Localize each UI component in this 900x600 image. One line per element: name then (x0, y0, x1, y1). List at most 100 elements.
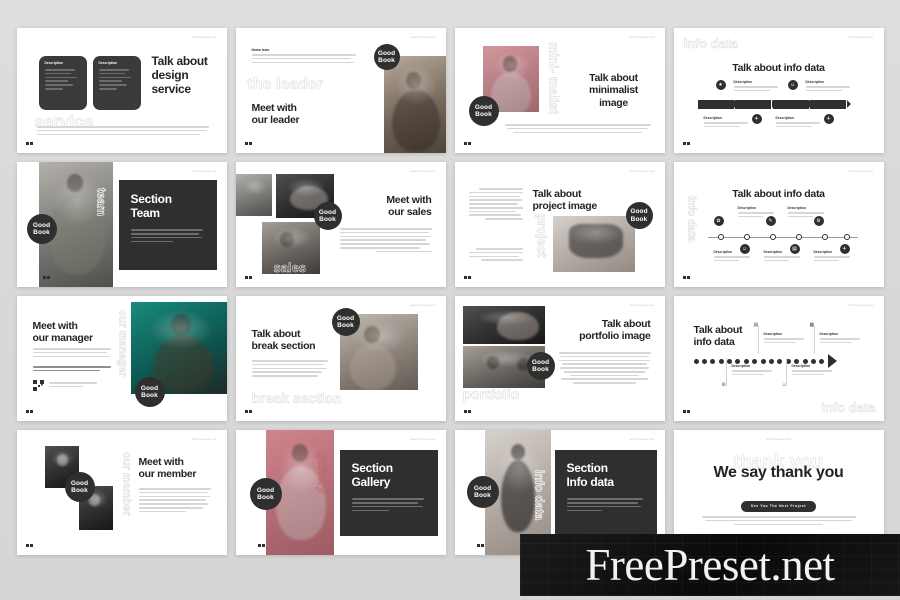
slide-our-sales[interactable]: www.freepreset.net sales GoodBook Meet w… (235, 162, 446, 287)
card-label: Description (44, 61, 64, 65)
slide-grid: www.freepreset.net Description Descripti… (0, 0, 900, 600)
timeline-node (769, 234, 776, 240)
timeline-axis (707, 237, 858, 239)
page-indicator (257, 544, 265, 547)
step-label: Description (713, 250, 733, 254)
slide-body-text (138, 488, 211, 513)
section-panel: Section Info data (554, 450, 657, 538)
slide-photo (552, 216, 635, 272)
slide-body-text (251, 54, 356, 64)
slide-the-leader[interactable]: www.freepreset.net Nama team the leader … (235, 28, 446, 153)
document-icon: ▤ (753, 322, 759, 328)
good-book-badge[interactable]: Good Book (373, 44, 400, 70)
step-icon: ✈ (839, 244, 850, 254)
step-label: Description (787, 206, 807, 210)
good-book-badge[interactable]: Good Book (625, 202, 653, 229)
slide-photo (462, 306, 545, 344)
slide-our-manager[interactable]: Meet with our manager our manager Good Bo… (16, 296, 227, 421)
ghost-word: our member (120, 452, 133, 516)
slide-url-label: www.freepreset.net (410, 438, 436, 441)
step-icon: ★ (715, 80, 726, 90)
kicker-label: Nama team (251, 48, 270, 52)
dot-progress-bar (693, 354, 837, 368)
slide-url-label: www.freepreset.net (191, 36, 217, 39)
good-book-badge[interactable]: Good Book (526, 352, 555, 380)
step-label: Description (733, 80, 753, 84)
slide-title: Talk about info data (693, 324, 743, 349)
step-icon: ☺ (787, 80, 798, 90)
slide-title: Talk about info data (732, 62, 825, 74)
slide-title: Talk about minimalist image (589, 72, 638, 109)
step-text (731, 370, 772, 376)
ghost-word: portfolio (462, 386, 520, 403)
connector-line (757, 326, 759, 354)
step-icon: ✦ (751, 114, 762, 124)
slide-body-text (130, 229, 205, 243)
page-indicator (682, 142, 690, 145)
slide-break-section[interactable]: www.freepreset.net Talk about break sect… (235, 296, 446, 421)
step-text (819, 338, 860, 344)
ghost-word: info data (685, 196, 698, 242)
page-indicator (476, 544, 484, 547)
slide-body-text (468, 188, 523, 220)
slide-portfolio-image[interactable]: www.freepreset.net portfolio Good Book Ta… (454, 296, 665, 421)
slide-url-label: www.freepreset.net (410, 170, 436, 173)
step-text (733, 86, 778, 92)
slide-title: Talk about design service (151, 54, 208, 97)
slide-body-text (36, 126, 209, 136)
good-book-badge[interactable]: Good Book (331, 308, 360, 336)
ghost-word: our manager (116, 310, 129, 377)
good-book-badge[interactable]: Good Book (249, 478, 282, 510)
step-label: Description (805, 80, 825, 84)
slide-design-service[interactable]: www.freepreset.net Description Descripti… (16, 28, 227, 153)
slide-info-data-dots[interactable]: www.freepreset.net Talk about info data … (673, 296, 884, 421)
slide-url-label: www.freepreset.net (629, 304, 655, 307)
step-label: Description (737, 206, 757, 210)
slide-title: We say thank you (713, 464, 844, 481)
next-project-button[interactable]: See You The Next Project (740, 500, 817, 512)
good-book-badge[interactable]: Good Book (466, 476, 499, 508)
slide-info-data-chevron[interactable]: www.freepreset.net info data Talk about … (673, 28, 884, 153)
step-icon: ⚙ (813, 216, 824, 226)
slide-title: Talk about project image (532, 188, 598, 213)
slide-title: Talk about break section (251, 328, 316, 353)
slide-minimalist-image[interactable]: www.freepreset.net mini- malist Talk abo… (454, 28, 665, 153)
slide-photo (383, 56, 446, 153)
slide-title: Talk about info data (732, 188, 825, 200)
description-card-2: Description (92, 56, 141, 110)
section-panel: Section Gallery (339, 450, 438, 536)
slide-title: Section Team (130, 192, 173, 221)
timeline-node (821, 234, 828, 240)
slide-url-label: www.freepreset.net (848, 36, 874, 39)
slide-body-text (32, 348, 111, 358)
slide-section-team[interactable]: www.freepreset.net team Section Team Goo… (16, 162, 227, 287)
good-book-badge[interactable]: Good Book (468, 96, 499, 126)
page-indicator (244, 410, 252, 413)
slide-photo (235, 174, 272, 216)
page-indicator (463, 276, 471, 279)
slide-body-text (351, 498, 426, 512)
slide-info-data-timeline[interactable]: www.freepreset.net info data Talk about … (673, 162, 884, 287)
step-text (805, 86, 850, 92)
connector-line (813, 326, 815, 354)
slide-photo (261, 222, 320, 274)
slide-section-gallery[interactable]: www.freepreset.net gallery Section Galle… (235, 430, 446, 555)
ghost-word: break section (251, 390, 342, 407)
slide-project-image[interactable]: www.freepreset.net Talk about project im… (454, 162, 665, 287)
good-book-badge[interactable]: Good Book (26, 214, 57, 244)
good-book-badge[interactable]: Good Book (64, 472, 95, 502)
description-card-1: Description (38, 56, 87, 110)
slide-body-text (251, 360, 328, 377)
slide-our-member[interactable]: www.freepreset.net Good Book our member M… (16, 430, 227, 555)
page-indicator (244, 142, 252, 145)
page-indicator (25, 142, 33, 145)
good-book-badge[interactable]: Good Book (134, 377, 165, 407)
good-book-badge[interactable]: Good Book (313, 202, 342, 230)
timeline-node (717, 234, 724, 240)
section-panel: Section Team (118, 180, 217, 270)
watermark-text: FreePreset.net (585, 540, 835, 590)
ghost-word: info data (683, 36, 738, 52)
page-indicator (244, 276, 252, 279)
page-indicator (682, 276, 690, 279)
slide-title: Meet with our sales (386, 194, 432, 219)
